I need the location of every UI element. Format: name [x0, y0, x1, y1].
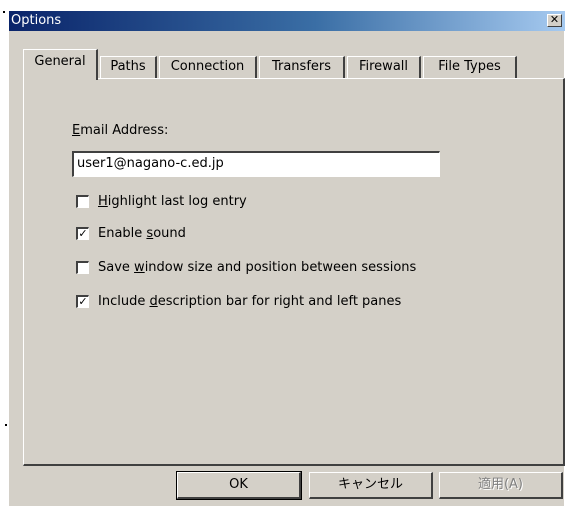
tab-firewall[interactable]: Firewall — [347, 56, 421, 78]
tab-paths[interactable]: Paths — [100, 56, 157, 78]
checkbox-label: Enable sound — [98, 226, 186, 241]
checkbox-checked[interactable]: ✓ — [76, 295, 89, 308]
email-label-accelerator: E — [72, 123, 81, 138]
tab-file-types[interactable]: File Types — [423, 56, 517, 78]
title-bar[interactable]: Options ✕ — [9, 11, 565, 31]
tab-general[interactable]: General — [23, 49, 98, 80]
checkbox-label: Include description bar for right and le… — [98, 294, 402, 309]
general-tab-panel: Email Address: user1@nagano-c.ed.jp High… — [23, 78, 565, 466]
email-label-text: mail Address: — [80, 123, 169, 138]
ok-button[interactable]: OK — [176, 471, 302, 500]
screen-artifact-dot — [5, 424, 7, 426]
check-icon: ✓ — [78, 295, 88, 308]
apply-button[interactable]: 適用(A) — [439, 472, 563, 499]
tab-label: Firewall — [358, 59, 409, 74]
tab-label: Transfers — [271, 59, 332, 74]
cancel-button-label: キャンセル — [337, 477, 403, 492]
screen-artifact-dot — [3, 11, 5, 13]
tab-label: General — [34, 54, 86, 69]
email-label: Email Address: — [72, 123, 168, 138]
tab-label: Connection — [170, 59, 245, 74]
check-icon: ✓ — [78, 227, 88, 240]
ok-button-label: OK — [229, 477, 248, 492]
tab-label: Paths — [110, 59, 146, 74]
email-field-value: user1@nagano-c.ed.jp — [77, 156, 224, 171]
checkbox-unchecked[interactable] — [76, 261, 89, 274]
cancel-button[interactable]: キャンセル — [309, 472, 433, 499]
tab-connection[interactable]: Connection — [159, 56, 257, 78]
close-button[interactable]: ✕ — [547, 14, 562, 27]
checkbox-unchecked[interactable] — [76, 195, 89, 208]
email-field[interactable]: user1@nagano-c.ed.jp — [72, 151, 440, 177]
checkbox-checked[interactable]: ✓ — [76, 227, 89, 240]
options-dialog: Options ✕ General Paths Connection Trans… — [8, 10, 565, 506]
apply-button-label: 適用(A) — [477, 477, 524, 492]
tab-transfers[interactable]: Transfers — [259, 56, 345, 78]
close-icon: ✕ — [549, 13, 560, 26]
checkbox-label: Highlight last log entry — [98, 194, 247, 209]
tab-label: File Types — [438, 59, 501, 74]
checkbox-label: Save window size and position between se… — [98, 260, 417, 275]
window-title: Options — [11, 13, 62, 28]
